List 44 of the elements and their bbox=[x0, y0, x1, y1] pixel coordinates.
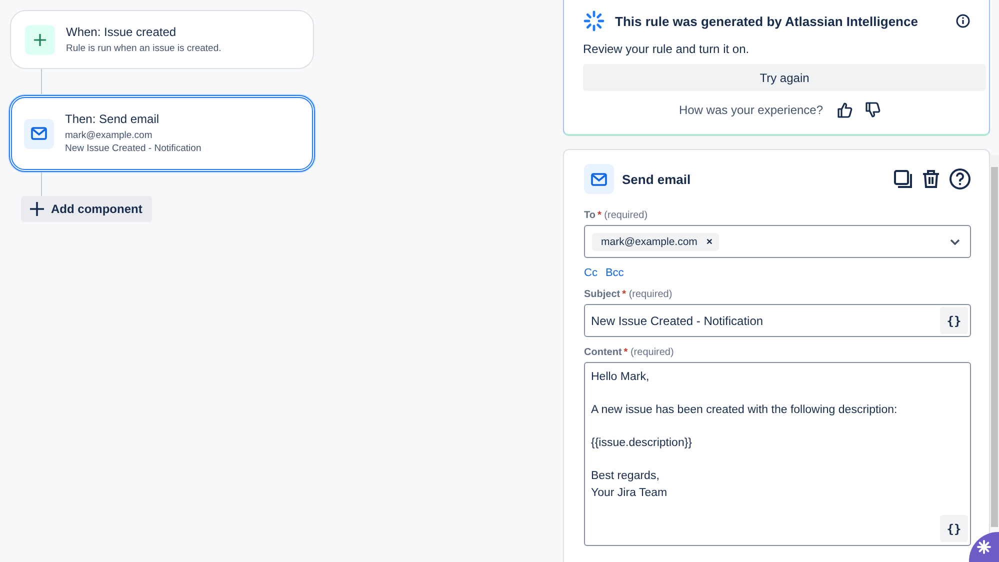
plus-icon bbox=[29, 201, 45, 217]
insert-variable-button[interactable]: {} bbox=[940, 515, 968, 542]
subject-value: New Issue Created - Notification bbox=[591, 314, 764, 328]
recipient-link[interactable]: Cc bbox=[584, 267, 598, 279]
node-detail: mark@example.com bbox=[65, 129, 154, 142]
asterisk-icon bbox=[977, 540, 991, 554]
node-detail: New Issue Created - Notification bbox=[65, 142, 202, 155]
insert-variable-button[interactable]: {} bbox=[940, 307, 968, 334]
recipient-link[interactable]: Bcc bbox=[605, 267, 624, 279]
recipient-select[interactable]: mark@example.com × bbox=[584, 225, 971, 258]
plus-icon bbox=[25, 24, 55, 54]
copy-icon[interactable] bbox=[893, 169, 913, 189]
node-title: Then: Send email bbox=[65, 112, 160, 126]
thumbs-up-icon[interactable] bbox=[837, 102, 854, 118]
feedback-prompt: How was your experience? bbox=[678, 103, 824, 117]
chevron-down-icon[interactable] bbox=[950, 238, 960, 244]
content-paragraph: Hello Mark, bbox=[591, 370, 650, 385]
field-label: Content * (required) bbox=[584, 347, 675, 358]
envelope-icon bbox=[24, 118, 54, 148]
sparkle-icon bbox=[583, 10, 605, 32]
field-label: To * (required) bbox=[584, 210, 649, 221]
rule-node-card[interactable]: Then: Send email mark@example.com New Issue Created - Notification bbox=[9, 95, 315, 172]
help-icon[interactable] bbox=[949, 168, 971, 190]
trash-icon[interactable] bbox=[921, 169, 941, 189]
recipient-tag: mark@example.com × bbox=[592, 232, 718, 250]
scrollbar[interactable] bbox=[990, 155, 999, 527]
content-field[interactable]: Hello Mark, A new issue has been created with the following description: {{issue.description}} Best regards, Your Jira Team {} bbox=[584, 362, 971, 546]
subject-field[interactable]: New Issue Created - Notification {} bbox=[584, 304, 971, 337]
panel-title: Send email bbox=[622, 172, 692, 186]
content-paragraph: {{issue.description}} bbox=[591, 436, 694, 451]
info-icon[interactable] bbox=[956, 14, 970, 28]
banner-title: This rule was generated by Atlassian Intelligence bbox=[615, 14, 919, 28]
remove-tag-button[interactable]: × bbox=[706, 236, 712, 248]
field-label: Subject * (required) bbox=[584, 289, 674, 300]
envelope-icon bbox=[584, 164, 614, 194]
banner-message: Review your rule and turn it on. bbox=[583, 42, 750, 56]
thumbs-down-icon[interactable] bbox=[865, 102, 882, 118]
node-detail: Rule is run when an issue is created. bbox=[66, 42, 222, 54]
content-paragraph: Best regards, Your Jira Team bbox=[591, 469, 668, 501]
try-again-button[interactable]: Try again bbox=[583, 64, 986, 91]
add-component-button[interactable]: Add component bbox=[21, 196, 152, 222]
content-paragraph: A new issue has been created with the following description: bbox=[591, 403, 898, 418]
rule-node-card[interactable]: When: Issue created Rule is run when an issue is created. bbox=[10, 10, 314, 69]
node-title: When: Issue created bbox=[66, 24, 178, 38]
